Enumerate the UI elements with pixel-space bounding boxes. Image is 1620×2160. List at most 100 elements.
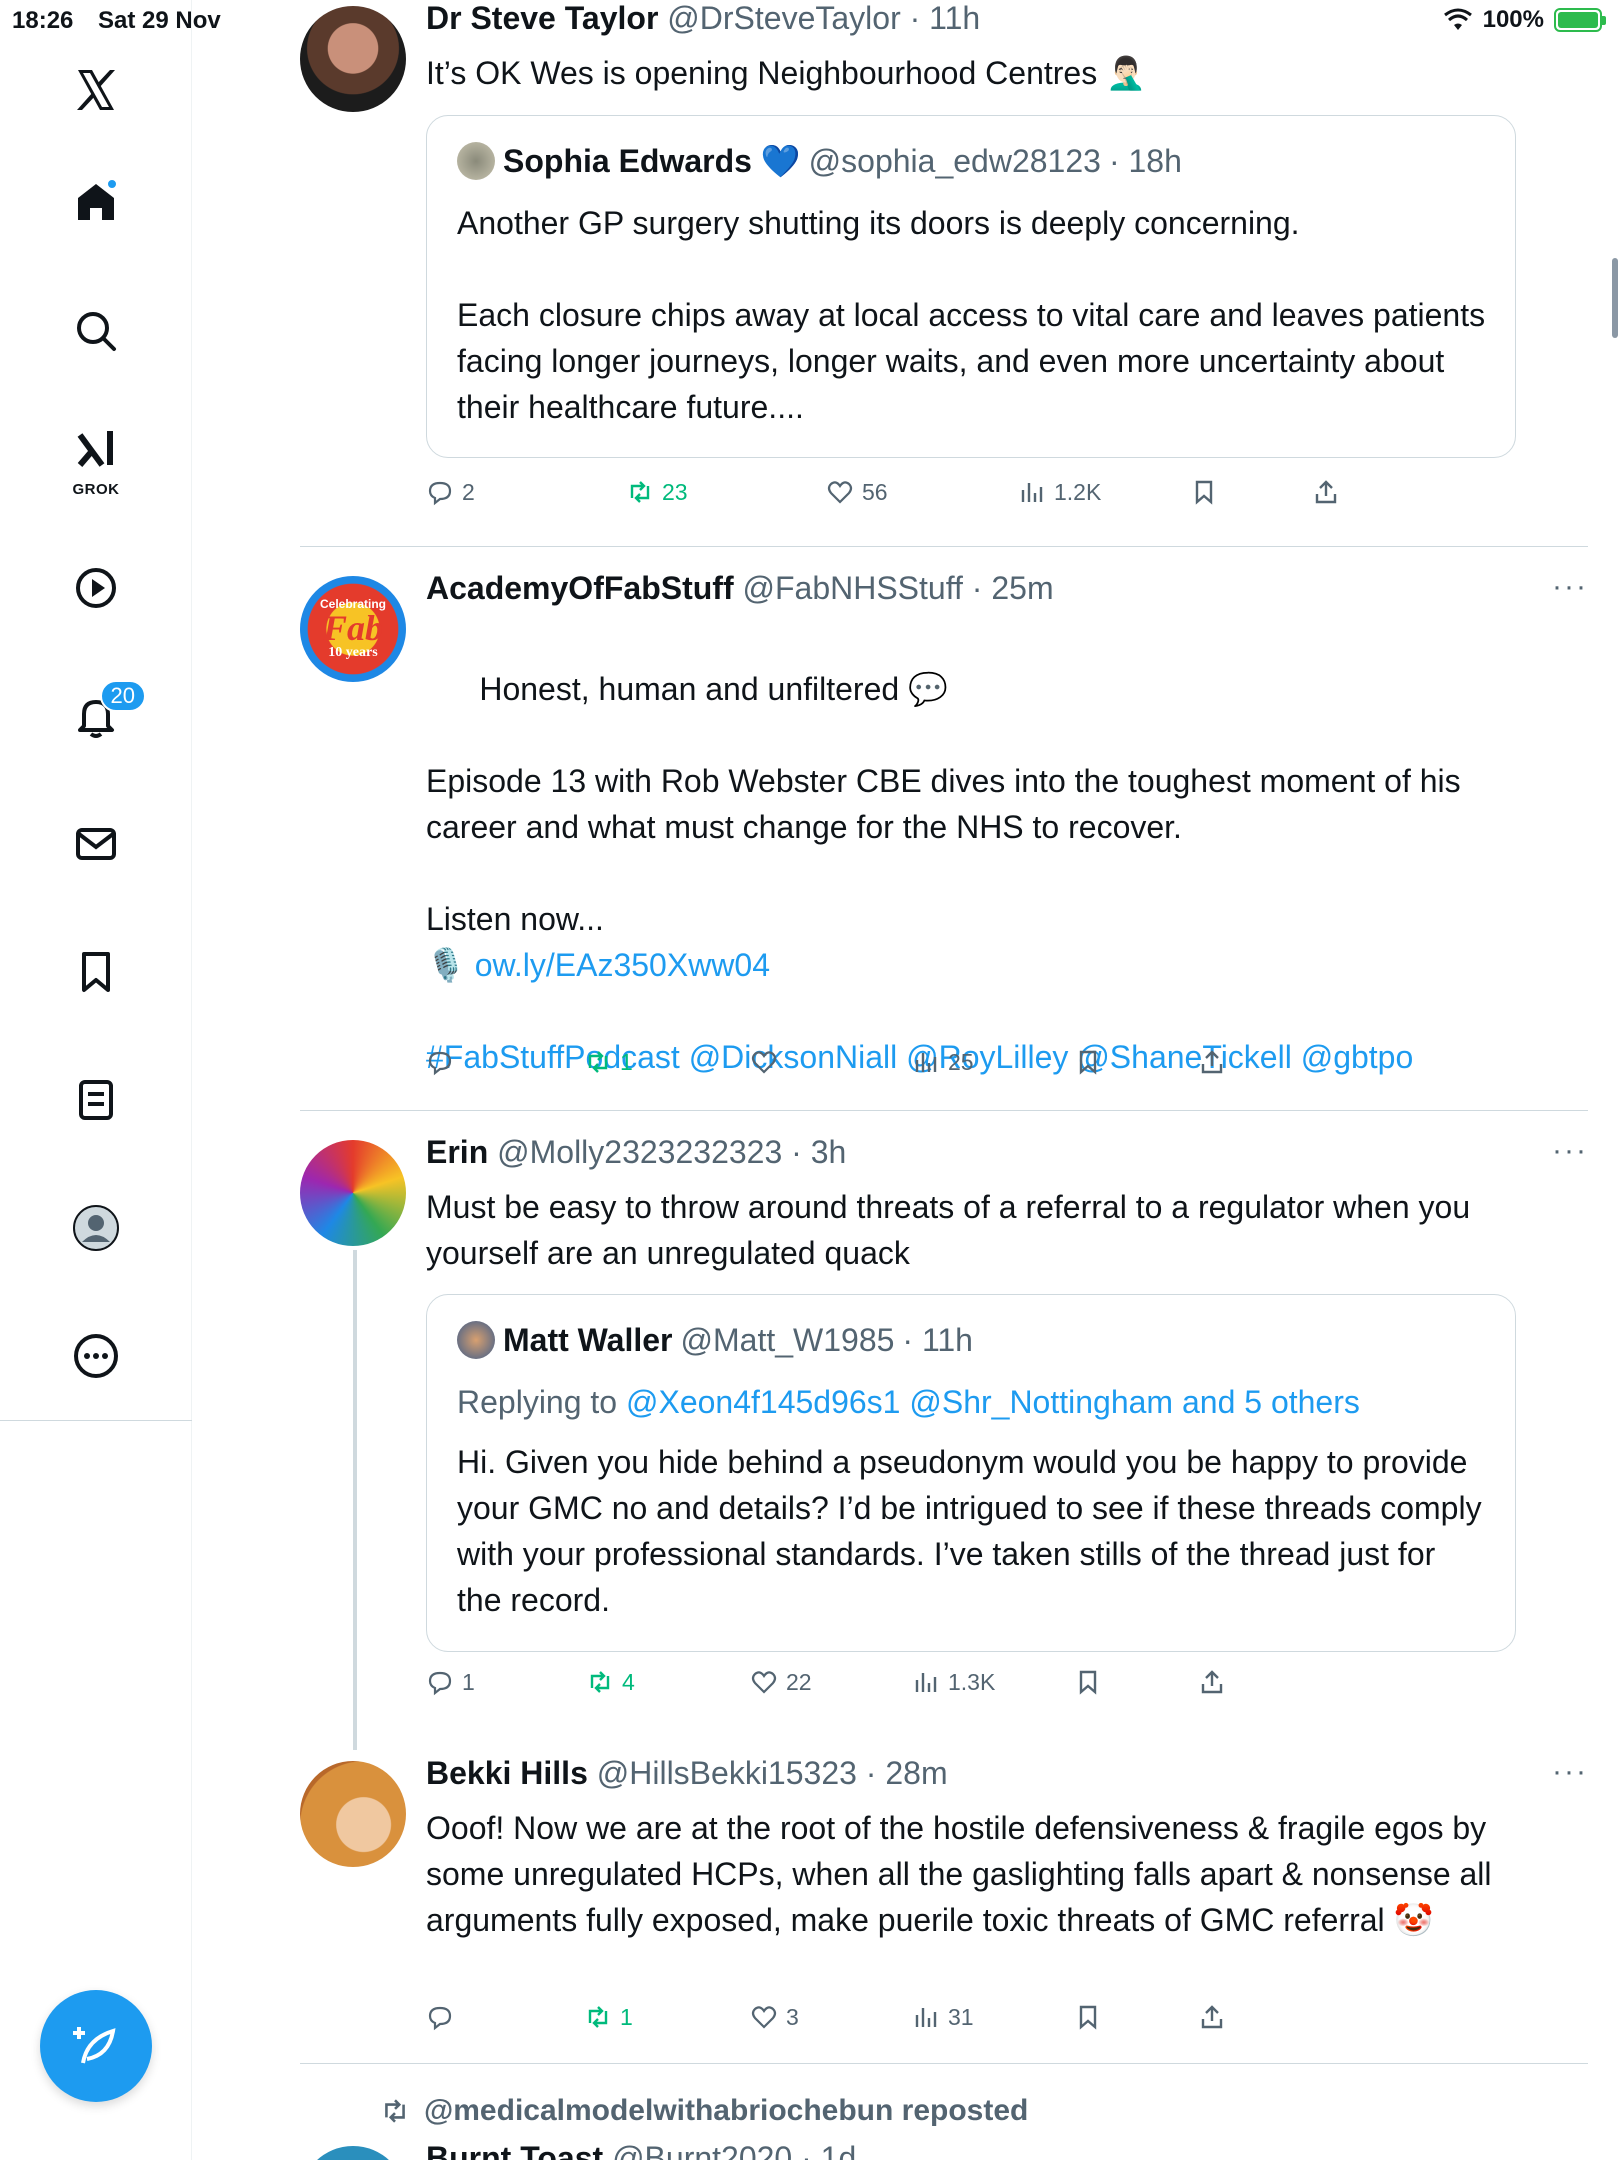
tweet-text: Ooof! Now we are at the root of the host… [426, 1810, 1501, 1938]
repost-indicator[interactable]: @medicalmodelwithabriochebun reposted [380, 2094, 1028, 2128]
like-count: 56 [862, 478, 888, 505]
author-handle[interactable]: @Molly2323232323 [497, 1134, 782, 1170]
view-count: 25 [948, 1048, 974, 1075]
view-count: 1.3K [948, 1668, 996, 1695]
repost-button[interactable]: 1 [584, 2003, 633, 2031]
like-button[interactable] [750, 1048, 786, 1076]
author-handle[interactable]: @DrSteveTaylor [667, 0, 900, 36]
more-menu-icon[interactable]: ··· [1552, 1134, 1588, 1168]
tweet-divider [300, 2063, 1588, 2064]
replying-mentions[interactable]: @Xeon4f145d96s1 @Shr_Nottingham and 5 ot… [626, 1384, 1360, 1420]
bookmarks-icon[interactable] [60, 936, 132, 1008]
views-button[interactable]: 1.2K [1018, 478, 1101, 506]
tweet-header: Burnt Toast @Burnt2020 · 1d [426, 2140, 856, 2160]
more-options-icon[interactable] [60, 1320, 132, 1392]
like-button[interactable]: 22 [750, 1668, 812, 1696]
tweet-time[interactable]: · 25m [972, 570, 1054, 606]
bookmark-button[interactable] [1074, 1048, 1102, 1076]
tweet[interactable]: Celebrating Fab 10 years AcademyOfFabStu… [300, 570, 1588, 1110]
avatar-text: 10 years [328, 645, 378, 660]
quote-header: Matt Waller @Matt_W1985 · 11h [457, 1321, 973, 1359]
notifications-bell-icon[interactable]: 20 [60, 680, 146, 752]
share-button[interactable] [1312, 478, 1340, 506]
tweet-time[interactable]: · 28m [866, 1755, 948, 1791]
tweet-time[interactable]: · 1d [801, 2140, 856, 2160]
more-menu-icon[interactable]: ··· [1552, 570, 1588, 604]
reply-button[interactable] [426, 2003, 462, 2031]
author-name[interactable]: AcademyOfFabStuff [426, 570, 734, 606]
tweet-actions: 1 4 22 1.3K [426, 1668, 1426, 1708]
heart-icon [751, 1051, 777, 1074]
lists-icon[interactable] [60, 1064, 132, 1136]
view-count: 31 [948, 2003, 974, 2030]
compose-feather-icon [73, 2027, 116, 2064]
reply-button[interactable]: 2 [426, 478, 475, 506]
avatar[interactable]: Celebrating Fab 10 years [300, 576, 406, 682]
like-button[interactable]: 56 [826, 478, 888, 506]
reply-button[interactable]: 1 [426, 1668, 475, 1696]
tweet-divider [300, 1110, 1588, 1111]
author-handle[interactable]: @Burnt2020 [612, 2140, 792, 2160]
tweet[interactable]: Dr Steve Taylor @DrSteveTaylor · 11h It’… [300, 0, 1588, 548]
quoted-tweet[interactable]: Sophia Edwards 💙 @sophia_edw28123 · 18h … [426, 115, 1516, 458]
author-name[interactable]: Dr Steve Taylor [426, 0, 658, 36]
tweet[interactable]: Burnt Toast @Burnt2020 · 1d [300, 2140, 1588, 2160]
avatar[interactable] [300, 1761, 406, 1867]
quote-author-handle: @sophia_edw28123 [808, 142, 1101, 179]
avatar-text: Fab [322, 608, 383, 648]
share-icon [1315, 480, 1337, 504]
repost-button[interactable]: 4 [586, 1668, 635, 1696]
author-handle[interactable]: @HillsBekki15323 [597, 1755, 857, 1791]
repost-label-text: @medicalmodelwithabriochebun reposted [424, 2094, 1029, 2127]
compose-post-button[interactable] [40, 1990, 152, 2102]
repost-count: 4 [622, 1668, 635, 1695]
view-count: 1.2K [1054, 478, 1102, 505]
share-button[interactable] [1198, 1048, 1226, 1076]
tweet-time[interactable]: · 11h [910, 0, 981, 36]
profile-avatar-icon[interactable] [60, 1192, 132, 1264]
grok-icon[interactable]: GROK [60, 418, 132, 498]
author-name[interactable]: Erin [426, 1134, 488, 1170]
video-play-icon[interactable] [60, 552, 132, 624]
views-button[interactable]: 31 [912, 2003, 974, 2031]
tweet-time[interactable]: · 3h [791, 1134, 846, 1170]
views-button[interactable]: 25 [912, 1048, 974, 1076]
share-button[interactable] [1198, 1668, 1226, 1696]
like-count: 22 [786, 1668, 812, 1695]
views-chart-icon [915, 1673, 937, 1692]
scrollbar[interactable] [1612, 258, 1618, 338]
tweet[interactable]: Bekki Hills @HillsBekki15323 · 28m ··· O… [300, 1755, 1588, 2045]
bookmark-icon [1079, 2005, 1097, 2030]
x-logo-icon[interactable] [60, 54, 132, 126]
bookmark-button[interactable] [1074, 2003, 1102, 2031]
more-menu-icon[interactable]: ··· [1552, 1755, 1588, 1789]
reply-button[interactable] [426, 1048, 462, 1076]
tweet-actions: 1 3 31 [426, 2003, 1426, 2043]
repost-button[interactable]: 23 [626, 478, 688, 506]
author-name[interactable]: Bekki Hills [426, 1755, 588, 1791]
avatar[interactable] [300, 6, 406, 112]
quote-time: · 11h [902, 1321, 973, 1358]
author-name[interactable]: Burnt Toast [426, 2140, 603, 2160]
quoted-tweet[interactable]: Matt Waller @Matt_W1985 · 11h Replying t… [426, 1294, 1516, 1652]
home-icon[interactable] [60, 166, 132, 238]
avatar[interactable] [300, 2146, 406, 2160]
repost-icon [588, 2006, 608, 2028]
tweet-actions: 1 25 [426, 1048, 1426, 1088]
mic-emoji: 🎙️ [426, 947, 475, 983]
repost-button[interactable]: 1 [584, 1048, 633, 1076]
tweet[interactable]: Erin @Molly2323232323 · 3h ··· Must be e… [300, 1134, 1588, 1724]
reply-icon [428, 1051, 452, 1076]
views-button[interactable]: 1.3K [912, 1668, 995, 1696]
search-icon[interactable] [60, 295, 132, 367]
messages-envelope-icon[interactable] [60, 808, 132, 880]
like-button[interactable]: 3 [750, 2003, 799, 2031]
bookmark-button[interactable] [1190, 478, 1218, 506]
heart-icon [751, 2006, 777, 2029]
quote-replying-to: Replying to @Xeon4f145d96s1 @Shr_Notting… [457, 1379, 1487, 1425]
author-handle[interactable]: @FabNHSStuff [742, 570, 962, 606]
share-button[interactable] [1198, 2003, 1226, 2031]
bookmark-button[interactable] [1074, 1668, 1102, 1696]
tweet-link[interactable]: ow.ly/EAz350Xww04 [475, 947, 770, 983]
avatar[interactable] [300, 1140, 406, 1246]
